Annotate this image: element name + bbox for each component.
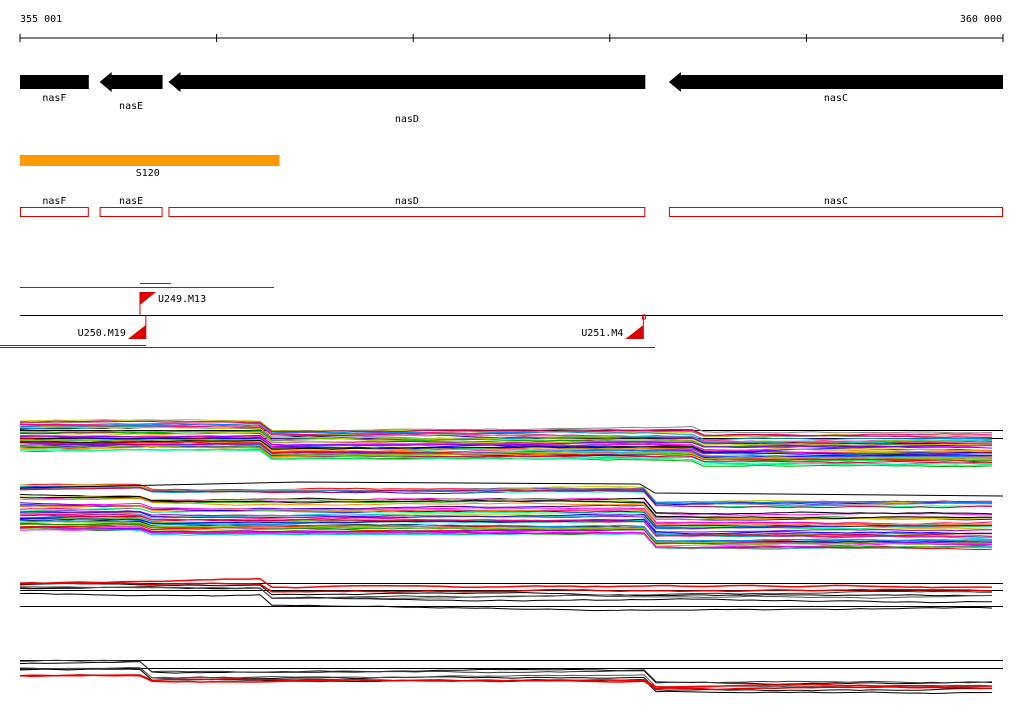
tu-flag-U251 — [625, 325, 644, 339]
cds-box-nasF — [20, 207, 89, 217]
tu-flag-U249 — [139, 292, 156, 305]
cds-label-nasF: nasF — [42, 196, 66, 207]
transcription-units-track: U249.M13 U250.M19 U251.M4 — [0, 283, 1003, 348]
gene-arrow-nasF — [20, 75, 89, 89]
tracks-canvas: nasF nasE nasD nasC S120 nasF nasE nasD nasC U… — [0, 34, 1004, 695]
gene-label-nasD: nasD — [395, 114, 419, 125]
cds-box-nasC — [668, 207, 1003, 217]
gene-label-nasF: nasF — [42, 93, 66, 104]
expression-trace — [19, 666, 993, 688]
cds-label-nasC: nasC — [824, 196, 848, 207]
ruler-end-label: 360 000 — [959, 14, 1002, 25]
expression-profiles-track — [19, 418, 1004, 695]
tu-label-U251: U251.M4 — [581, 328, 623, 339]
gene-arrow-nasC — [668, 72, 1003, 92]
region-bar — [20, 155, 280, 166]
genome-browser-view: 355 001 360 000 nasF nasE nasD nasC S120 na… — [0, 0, 1024, 714]
tu-flag-U250 — [127, 325, 146, 339]
expression-trace — [19, 528, 993, 548]
cds-boxes-track: nasF nasE nasD nasC — [20, 196, 1003, 217]
region-track: S120 — [20, 155, 280, 179]
region-label: S120 — [136, 168, 160, 179]
cds-label-nasD: nasD — [395, 196, 419, 207]
gene-arrows-track: nasF nasE nasD nasC — [20, 72, 1003, 125]
ruler-start-label: 355 001 — [20, 14, 63, 25]
gene-arrow-nasE — [99, 72, 163, 92]
gene-label-nasC: nasC — [824, 93, 848, 104]
tu-label-U249: U249.M13 — [158, 294, 206, 305]
cds-label-nasE: nasE — [119, 196, 143, 207]
cds-box-nasD — [168, 207, 646, 217]
gene-label-nasE: nasE — [119, 101, 143, 112]
gene-arrow-nasD — [168, 72, 646, 92]
tu-label-U250: U250.M19 — [78, 328, 126, 339]
cds-box-nasE — [99, 207, 163, 217]
ruler-track — [19, 34, 1004, 42]
